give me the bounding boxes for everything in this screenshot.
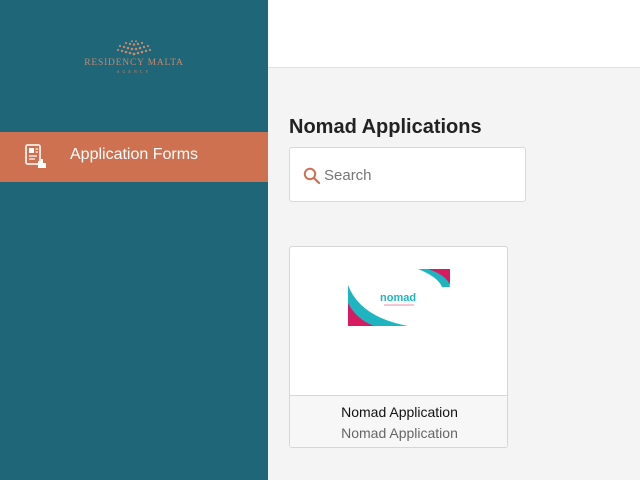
application-form-icon	[25, 144, 46, 168]
search-box[interactable]	[289, 147, 526, 202]
logo-emblem-icon	[116, 40, 152, 56]
nomad-logo-text: nomad	[380, 292, 416, 304]
application-card[interactable]: nomad Nomad Application Nomad Applicatio…	[289, 246, 508, 448]
card-subtitle: Nomad Application	[341, 425, 458, 441]
search-input[interactable]	[324, 162, 514, 188]
top-bar	[268, 0, 640, 68]
logo-name: RESIDENCY MALTA	[84, 58, 184, 68]
sidebar: RESIDENCY MALTA AGENCY Application Forms	[0, 0, 268, 480]
card-image: nomad	[290, 247, 507, 395]
sidebar-item-application-forms[interactable]: Application Forms	[0, 132, 268, 182]
residency-malta-logo[interactable]: RESIDENCY MALTA AGENCY	[80, 40, 188, 86]
card-footer: Nomad Application Nomad Application	[290, 395, 507, 447]
sidebar-item-label: Application Forms	[70, 146, 199, 163]
search-icon	[303, 167, 321, 185]
logo-subname: AGENCY	[116, 69, 152, 74]
nomad-banner-image: nomad	[348, 269, 450, 326]
page-title: Nomad Applications	[289, 116, 482, 138]
card-title: Nomad Application	[341, 404, 458, 420]
